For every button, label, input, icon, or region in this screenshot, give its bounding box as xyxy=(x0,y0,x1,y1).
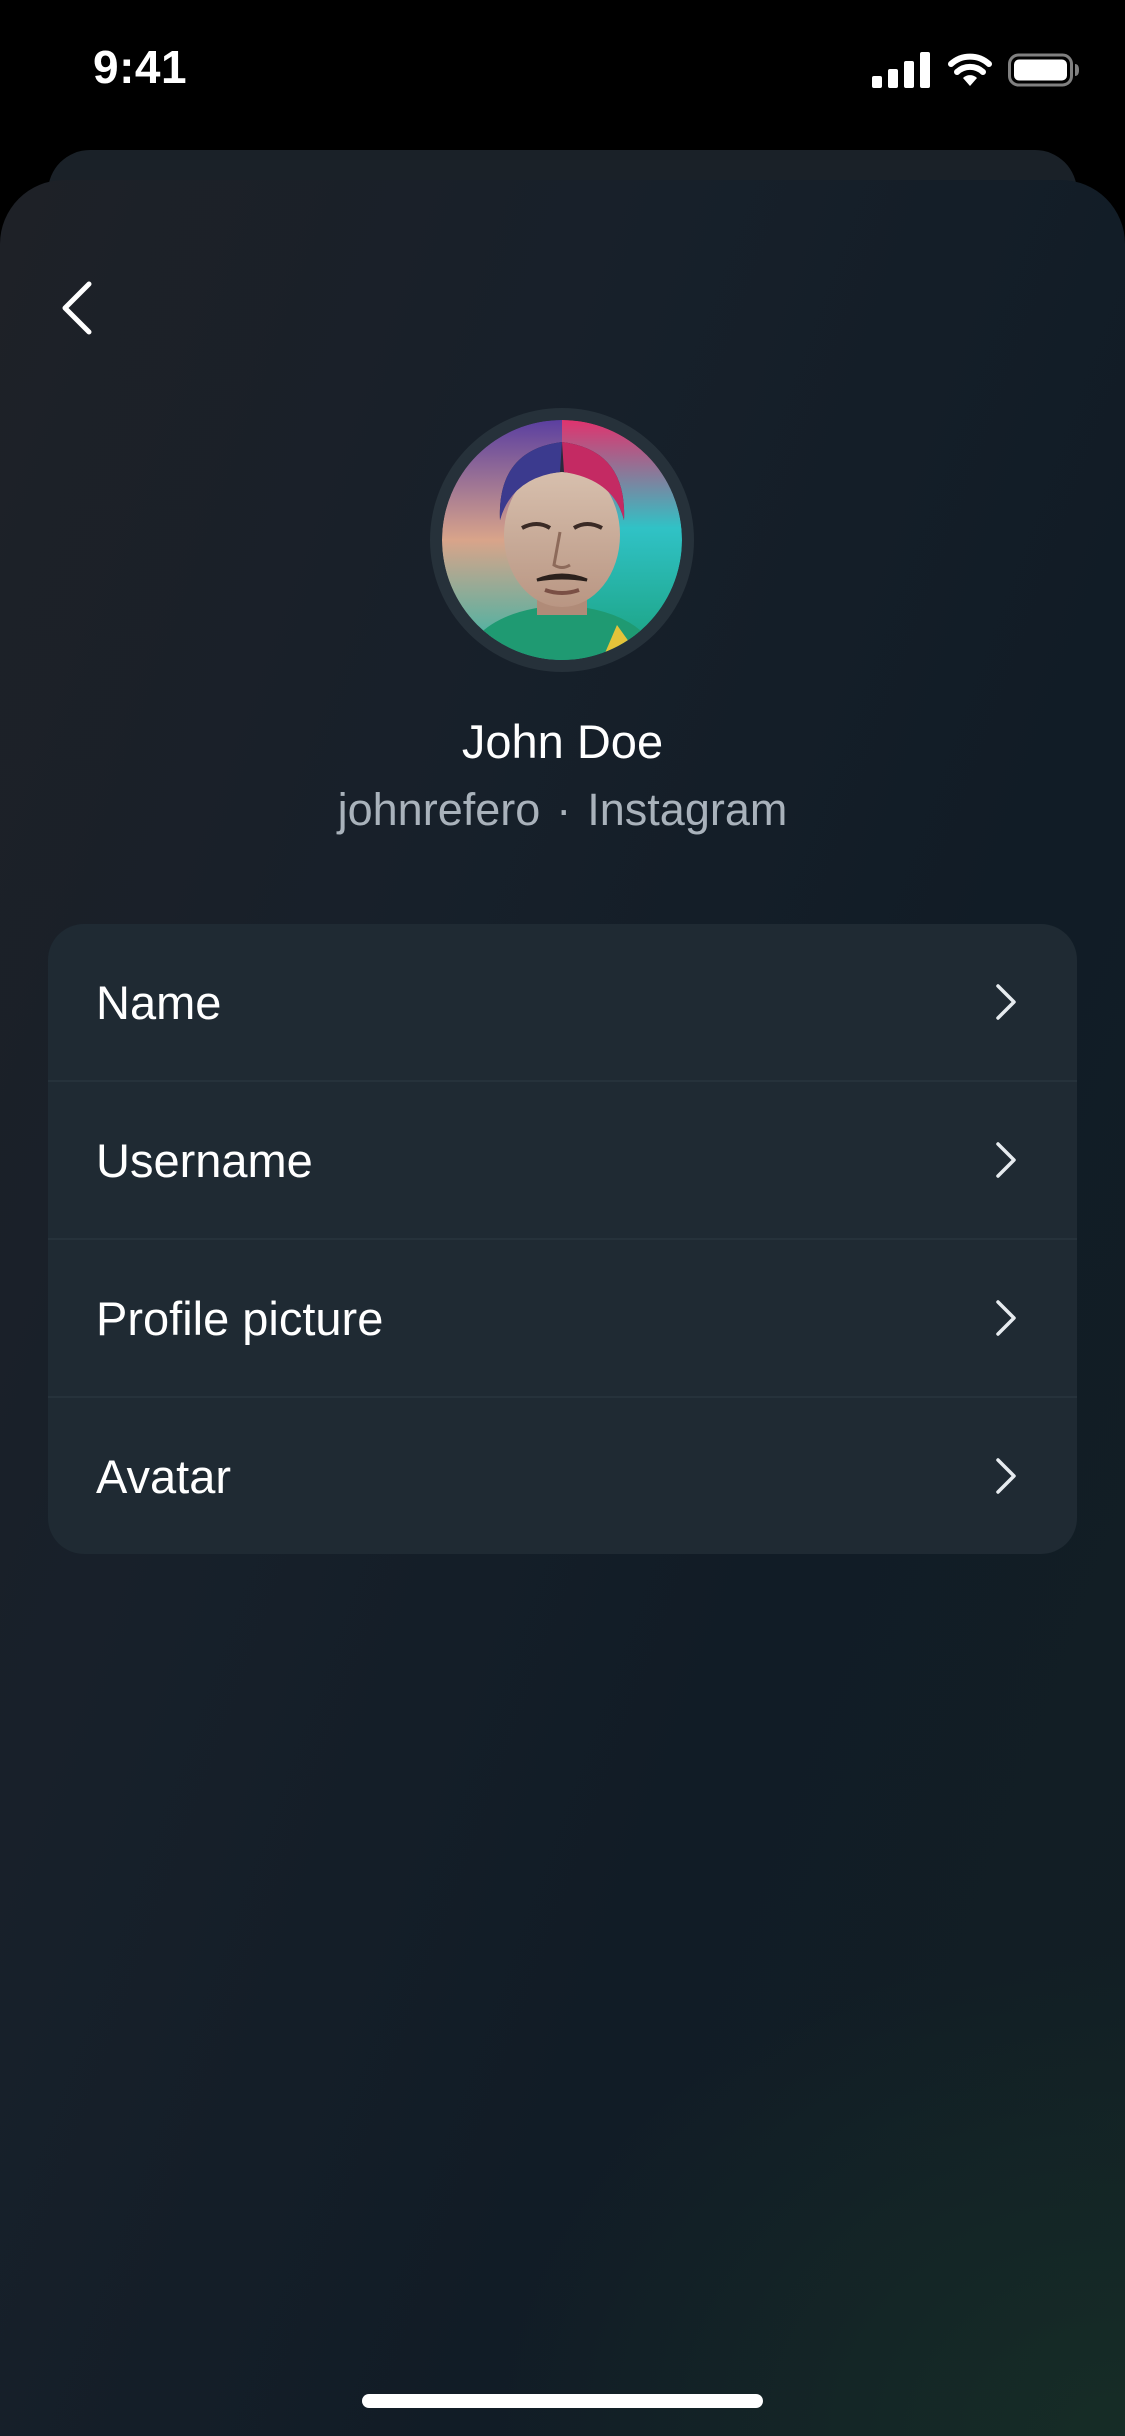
avatar-image xyxy=(442,420,682,660)
profile-platform: Instagram xyxy=(587,784,788,835)
separator-dot: · xyxy=(556,784,572,835)
back-button[interactable] xyxy=(52,273,102,343)
home-indicator[interactable] xyxy=(362,2394,763,2408)
profile-name: John Doe xyxy=(461,715,664,768)
chevron-right-icon xyxy=(996,1300,1016,1336)
menu-item-name[interactable]: Name xyxy=(48,924,1077,1080)
profile-subtitle: johnrefero · Instagram xyxy=(0,784,1125,836)
menu-item-label: Username xyxy=(96,1133,313,1187)
wifi-icon xyxy=(948,53,992,86)
status-bar: 9:41 xyxy=(0,0,1125,140)
menu-item-label: Avatar xyxy=(96,1449,231,1503)
menu-item-label: Profile picture xyxy=(96,1291,384,1345)
battery-icon xyxy=(1008,53,1079,87)
profile-avatar[interactable] xyxy=(430,408,694,672)
cellular-signal-icon xyxy=(872,52,930,88)
status-icons xyxy=(872,50,1080,90)
profile-username: johnrefero xyxy=(337,784,541,835)
chevron-right-icon xyxy=(996,1142,1016,1178)
menu-item-avatar[interactable]: Avatar xyxy=(48,1396,1077,1554)
menu-item-username[interactable]: Username xyxy=(48,1080,1077,1238)
profile-settings-list: Name Username Profile picture Avatar xyxy=(48,924,1077,1554)
chevron-right-icon xyxy=(996,1458,1016,1494)
chevron-left-icon xyxy=(62,281,92,335)
account-sheet: John Doe johnrefero · Instagram Name Usern… xyxy=(0,180,1125,2436)
chevron-right-icon xyxy=(996,984,1016,1020)
menu-item-label: Name xyxy=(96,975,222,1029)
menu-item-profile-picture[interactable]: Profile picture xyxy=(48,1238,1077,1396)
status-time: 9:41 xyxy=(93,41,188,93)
